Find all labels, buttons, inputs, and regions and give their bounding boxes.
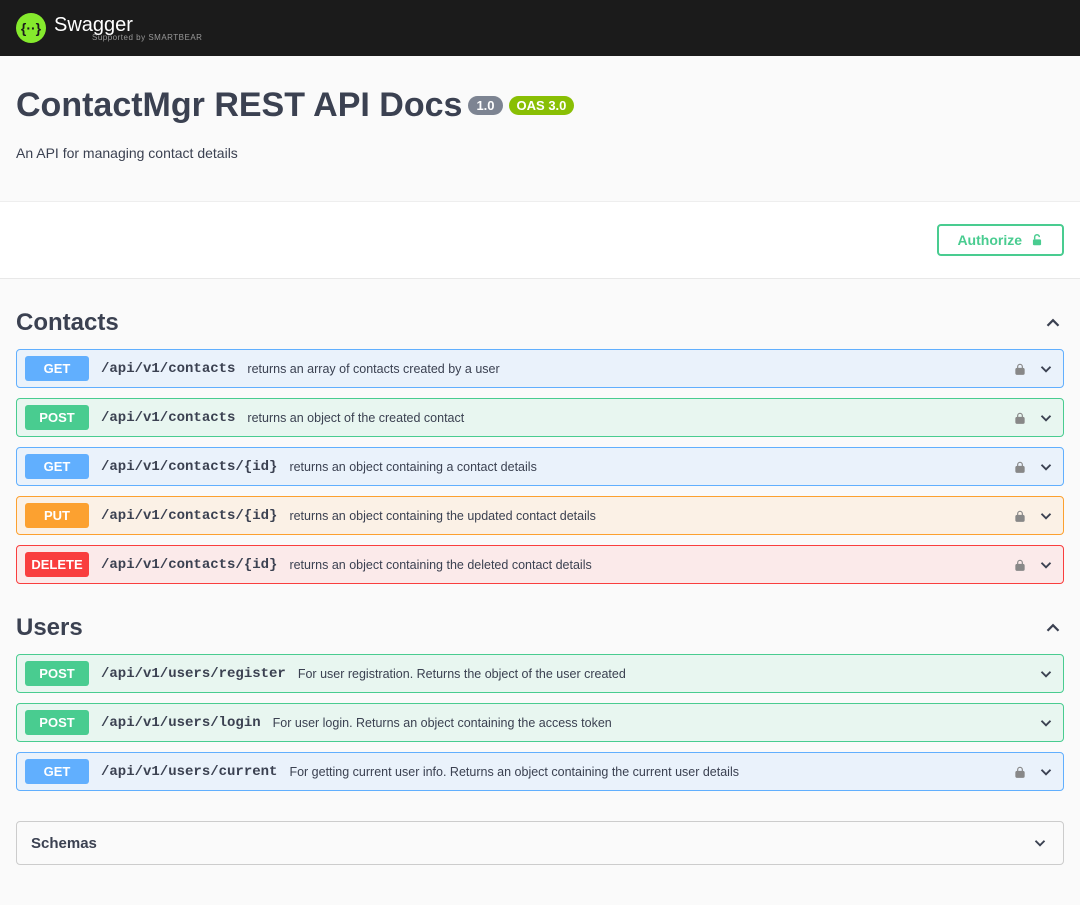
- lock-icon: [1013, 765, 1027, 779]
- operation-row[interactable]: POST /api/v1/users/register For user reg…: [16, 654, 1064, 693]
- operation-row[interactable]: GET /api/v1/contacts/{id} returns an obj…: [16, 447, 1064, 486]
- operation-summary: For getting current user info. Returns a…: [289, 765, 1013, 779]
- section-header-users[interactable]: Users: [16, 594, 1064, 654]
- page-title: ContactMgr REST API Docs 1.0 OAS 3.0: [16, 86, 1064, 125]
- version-badge: 1.0: [468, 96, 502, 115]
- chevron-down-icon: [1037, 360, 1055, 378]
- section-title: Users: [16, 614, 83, 642]
- operation-summary: returns an object of the created contact: [247, 411, 1013, 425]
- operation-summary: returns an object containing the deleted…: [289, 558, 1013, 572]
- chevron-down-icon: [1037, 556, 1055, 574]
- chevron-down-icon: [1037, 714, 1055, 732]
- oas-badge: OAS 3.0: [509, 96, 575, 115]
- api-header: ContactMgr REST API Docs 1.0 OAS 3.0 An …: [0, 56, 1080, 202]
- chevron-down-icon: [1037, 507, 1055, 525]
- method-badge: POST: [25, 661, 89, 686]
- chevron-down-icon: [1037, 763, 1055, 781]
- operation-path: /api/v1/contacts/{id}: [101, 459, 277, 475]
- method-badge: PUT: [25, 503, 89, 528]
- method-badge: GET: [25, 759, 89, 784]
- method-badge: POST: [25, 405, 89, 430]
- method-badge: GET: [25, 454, 89, 479]
- operation-path: /api/v1/users/login: [101, 715, 261, 731]
- chevron-down-icon: [1037, 409, 1055, 427]
- schemas-title: Schemas: [31, 835, 97, 852]
- api-title: ContactMgr REST API Docs: [16, 86, 462, 125]
- brand: {··} Swagger Supported by SMARTBEAR: [16, 13, 202, 43]
- operation-path: /api/v1/contacts: [101, 410, 235, 426]
- operation-controls: [1013, 507, 1055, 525]
- operation-controls: [1013, 458, 1055, 476]
- api-description: An API for managing contact details: [16, 145, 1064, 161]
- unlock-icon: [1030, 233, 1044, 247]
- authorize-button[interactable]: Authorize: [937, 224, 1064, 256]
- auth-row: Authorize: [0, 202, 1080, 279]
- section-header-contacts[interactable]: Contacts: [16, 289, 1064, 349]
- chevron-down-icon: [1037, 458, 1055, 476]
- chevron-down-icon: [1031, 834, 1049, 852]
- operation-path: /api/v1/contacts/{id}: [101, 557, 277, 573]
- operation-controls: [1013, 556, 1055, 574]
- method-badge: DELETE: [25, 552, 89, 577]
- chevron-down-icon: [1037, 665, 1055, 683]
- operation-controls: [1037, 665, 1055, 683]
- lock-icon: [1013, 411, 1027, 425]
- operation-controls: [1037, 714, 1055, 732]
- operation-summary: returns an array of contacts created by …: [247, 362, 1013, 376]
- operation-path: /api/v1/users/register: [101, 666, 286, 682]
- content: Contacts GET /api/v1/contacts returns an…: [0, 279, 1080, 905]
- chevron-up-icon: [1042, 312, 1064, 334]
- operation-path: /api/v1/users/current: [101, 764, 277, 780]
- schemas-section[interactable]: Schemas: [16, 821, 1064, 865]
- authorize-label: Authorize: [957, 232, 1022, 248]
- swagger-logo-icon: {··}: [16, 13, 46, 43]
- lock-icon: [1013, 362, 1027, 376]
- operation-row[interactable]: PUT /api/v1/contacts/{id} returns an obj…: [16, 496, 1064, 535]
- chevron-up-icon: [1042, 617, 1064, 639]
- method-badge: GET: [25, 356, 89, 381]
- operation-row[interactable]: POST /api/v1/users/login For user login.…: [16, 703, 1064, 742]
- section-title: Contacts: [16, 309, 119, 337]
- lock-icon: [1013, 509, 1027, 523]
- operation-controls: [1013, 360, 1055, 378]
- topbar: {··} Swagger Supported by SMARTBEAR: [0, 0, 1080, 56]
- operation-controls: [1013, 409, 1055, 427]
- lock-icon: [1013, 558, 1027, 572]
- operation-row[interactable]: DELETE /api/v1/contacts/{id} returns an …: [16, 545, 1064, 584]
- operation-controls: [1013, 763, 1055, 781]
- operation-path: /api/v1/contacts: [101, 361, 235, 377]
- operation-summary: returns an object containing a contact d…: [289, 460, 1013, 474]
- method-badge: POST: [25, 710, 89, 735]
- operation-summary: returns an object containing the updated…: [289, 509, 1013, 523]
- operation-path: /api/v1/contacts/{id}: [101, 508, 277, 524]
- operation-row[interactable]: GET /api/v1/users/current For getting cu…: [16, 752, 1064, 791]
- lock-icon: [1013, 460, 1027, 474]
- operation-row[interactable]: POST /api/v1/contacts returns an object …: [16, 398, 1064, 437]
- operation-summary: For user login. Returns an object contai…: [273, 716, 1037, 730]
- brand-supported: Supported by SMARTBEAR: [92, 33, 202, 42]
- operation-summary: For user registration. Returns the objec…: [298, 667, 1037, 681]
- operation-row[interactable]: GET /api/v1/contacts returns an array of…: [16, 349, 1064, 388]
